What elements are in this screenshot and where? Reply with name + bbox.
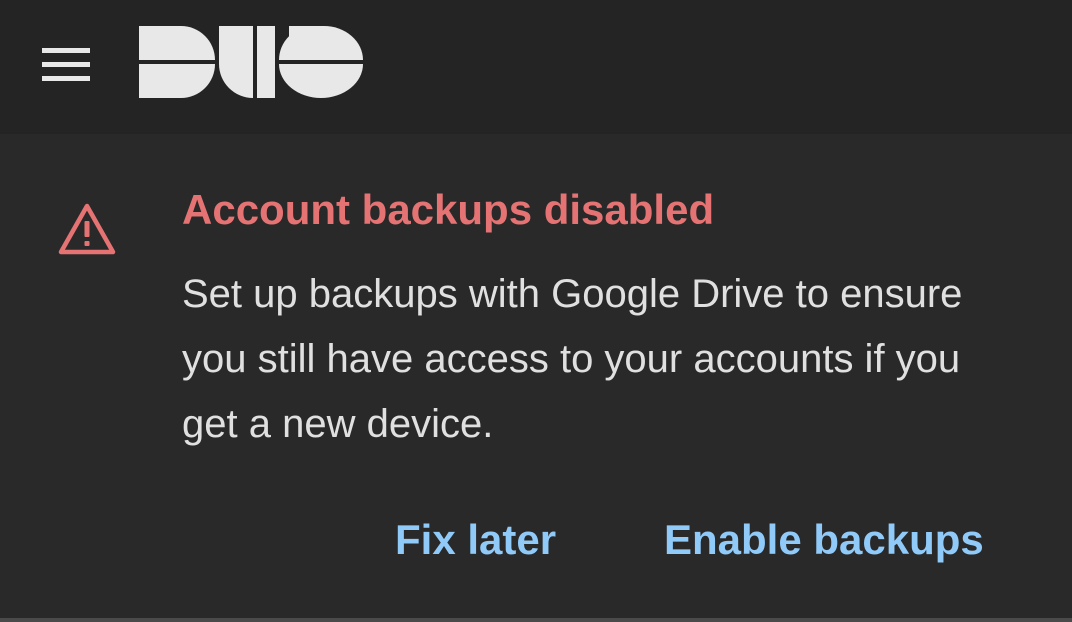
banner-title: Account backups disabled bbox=[182, 186, 715, 233]
enable-backups-button[interactable]: Enable backups bbox=[664, 508, 984, 572]
warning-triangle-icon bbox=[57, 202, 117, 256]
menu-button[interactable] bbox=[30, 28, 102, 100]
top-app-bar bbox=[0, 0, 1072, 134]
divider bbox=[0, 618, 1072, 622]
hamburger-menu-icon bbox=[42, 48, 90, 81]
fix-later-button[interactable]: Fix later bbox=[395, 508, 556, 572]
banner-message: Set up backups with Google Drive to ensu… bbox=[182, 272, 963, 446]
duo-logo bbox=[139, 26, 365, 98]
app-screen: Account backups disabled Set up backups … bbox=[0, 0, 1072, 622]
